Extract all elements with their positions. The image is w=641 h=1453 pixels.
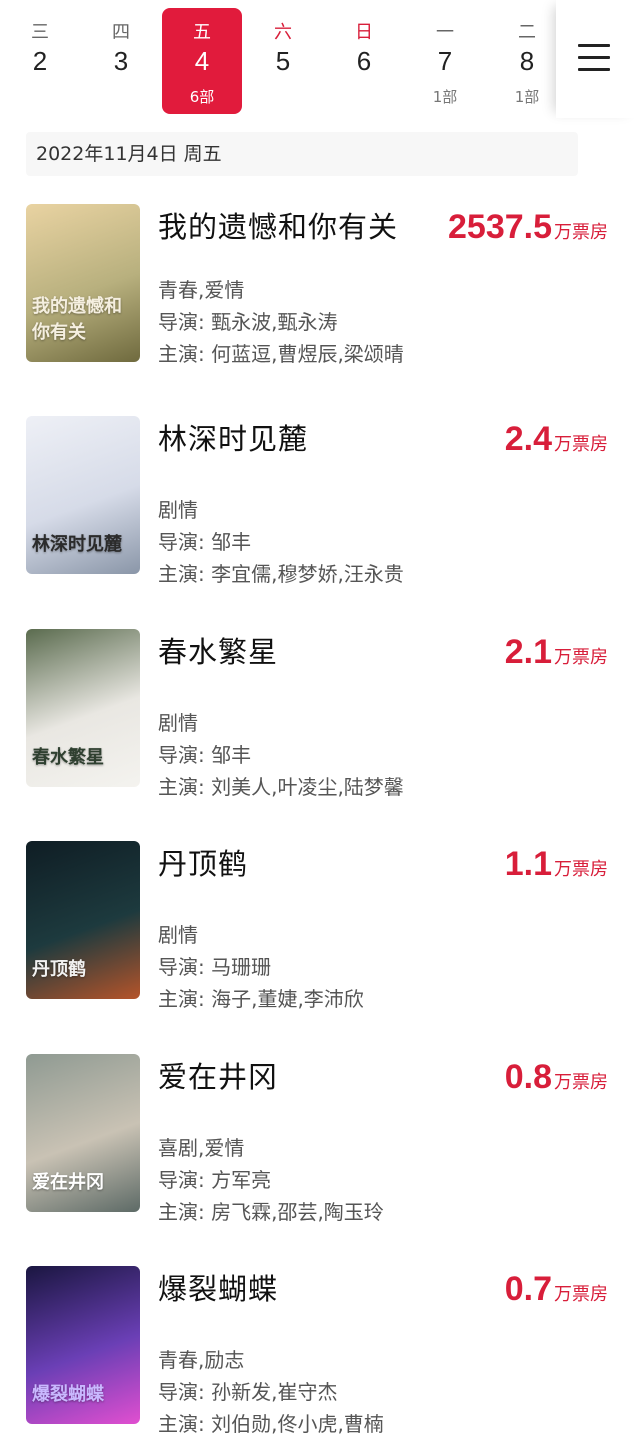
date-number: 6 (356, 46, 372, 76)
box-office: 2.1 万票房 (505, 633, 608, 672)
movie-poster[interactable]: 爆裂蝴蝶 (26, 1266, 140, 1424)
menu-panel (556, 0, 641, 118)
movie-poster[interactable]: 林深时见麓 (26, 416, 140, 574)
poster-title-art: 春水繁星 (32, 747, 104, 768)
movie-title[interactable]: 丹顶鹤 (158, 841, 248, 883)
box-office-unit: 万票房 (554, 1284, 608, 1305)
movie-cast: 主演: 海子,董婕,李沛欣 (158, 987, 364, 1011)
movie-cast: 主演: 李宜儒,穆梦娇,汪永贵 (158, 562, 404, 586)
box-office: 2.4 万票房 (505, 420, 608, 459)
date-tab-5[interactable]: 六5 (243, 8, 323, 114)
movie-director: 导演: 甄永波,甄永涛 (158, 310, 338, 334)
box-office-unit: 万票房 (554, 1072, 608, 1093)
movie-item[interactable]: 丹顶鹤 丹顶鹤 1.1 万票房 剧情 导演: 马珊珊 主演: 海子,董婕,李沛欣 (0, 837, 641, 1011)
movie-title[interactable]: 爱在井冈 (158, 1054, 278, 1096)
box-office: 1.1 万票房 (505, 845, 608, 884)
box-office-unit: 万票房 (554, 859, 608, 880)
box-office: 0.8 万票房 (505, 1058, 608, 1097)
movie-director: 导演: 方军亮 (158, 1168, 272, 1192)
date-tab-2[interactable]: 三2 (0, 8, 80, 114)
movie-cast: 主演: 何蓝逗,曹煜辰,梁颂晴 (158, 342, 404, 366)
movie-item[interactable]: 爱在井冈 爱在井冈 0.8 万票房 喜剧,爱情 导演: 方军亮 主演: 房飞霖,邵芸,陶玉玲 (0, 1050, 641, 1224)
poster-title-art: 林深时见麓 (32, 534, 122, 555)
movie-cast: 主演: 房飞霖,邵芸,陶玉玲 (158, 1200, 384, 1224)
movie-poster[interactable]: 春水繁星 (26, 629, 140, 787)
movie-title[interactable]: 爆裂蝴蝶 (158, 1266, 278, 1308)
release-count: 1部 (514, 88, 540, 106)
date-number: 5 (275, 46, 291, 76)
box-office-value: 1.1 (504, 845, 552, 883)
box-office-value: 0.7 (504, 1270, 552, 1308)
date-tab-6[interactable]: 日6 (324, 8, 404, 114)
movie-poster[interactable]: 爱在井冈 (26, 1054, 140, 1212)
poster-title-art: 爱在井冈 (32, 1172, 104, 1193)
date-tab-8[interactable]: 二 8 1部 (487, 8, 567, 114)
movie-title[interactable]: 春水繁星 (158, 629, 278, 671)
box-office-value: 2537.5 (448, 208, 552, 246)
box-office-value: 0.8 (504, 1058, 552, 1096)
weekday-label: 六 (274, 22, 292, 43)
movie-title[interactable]: 我的遗憾和你有关 (158, 204, 398, 246)
movie-item[interactable]: 春水繁星 春水繁星 2.1 万票房 剧情 导演: 邹丰 主演: 刘美人,叶凌尘,陆梦馨 (0, 625, 641, 799)
weekday-label: 日 (355, 22, 373, 43)
box-office-value: 2.4 (504, 420, 552, 458)
date-number: 4 (194, 46, 210, 76)
date-number: 7 (437, 46, 453, 76)
weekday-label: 一 (436, 22, 454, 43)
date-number: 2 (32, 46, 48, 76)
weekday-label: 二 (518, 22, 536, 43)
date-tab-3[interactable]: 四3 (81, 8, 161, 114)
box-office: 0.7 万票房 (505, 1270, 608, 1309)
box-office: 2537.5 万票房 (448, 208, 608, 247)
movie-poster[interactable]: 我的遗憾和你有关 (26, 204, 140, 362)
movie-genre: 青春,励志 (158, 1348, 245, 1372)
date-number: 8 (519, 46, 535, 76)
menu-icon[interactable] (578, 42, 610, 74)
box-office-unit: 万票房 (554, 647, 608, 668)
poster-title-art: 丹顶鹤 (32, 959, 86, 980)
weekday-label: 五 (193, 22, 211, 43)
box-office-unit: 万票房 (554, 222, 608, 243)
movie-genre: 喜剧,爱情 (158, 1136, 245, 1160)
movie-cast: 主演: 刘伯勋,佟小虎,曹楠 (158, 1412, 384, 1436)
poster-title-art: 爆裂蝴蝶 (32, 1384, 104, 1405)
selected-date-header: 2022年11月4日 周五 (26, 132, 578, 176)
poster-title-art: 我的遗憾和你有关 (32, 296, 122, 343)
movie-genre: 剧情 (158, 923, 198, 947)
movie-item[interactable]: 林深时见麓 林深时见麓 2.4 万票房 剧情 导演: 邹丰 主演: 李宜儒,穆梦娇,汪永贵 (0, 412, 641, 586)
release-count: 6部 (189, 88, 215, 106)
date-tab-4[interactable]: 五 4 6部 (162, 8, 242, 114)
movie-director: 导演: 邹丰 (158, 530, 252, 554)
release-count: 1部 (432, 88, 458, 106)
movie-genre: 剧情 (158, 711, 198, 735)
movie-genre: 青春,爱情 (158, 278, 245, 302)
movie-item[interactable]: 爆裂蝴蝶 爆裂蝴蝶 0.7 万票房 青春,励志 导演: 孙新发,崔守杰 主演: 刘伯勋,佟小… (0, 1262, 641, 1436)
weekday-label: 三 (31, 22, 49, 43)
date-number: 3 (113, 46, 129, 76)
date-tab-7[interactable]: 一 7 1部 (405, 8, 485, 114)
movie-director: 导演: 马珊珊 (158, 955, 272, 979)
movie-cast: 主演: 刘美人,叶凌尘,陆梦馨 (158, 775, 404, 799)
box-office-value: 2.1 (504, 633, 552, 671)
movie-poster[interactable]: 丹顶鹤 (26, 841, 140, 999)
box-office-unit: 万票房 (554, 434, 608, 455)
weekday-label: 四 (112, 22, 130, 43)
date-strip: 三 2 四 3 五 4 6部六 5 日 6 一 7 1部二 8 1部 (0, 0, 641, 120)
movie-item[interactable]: 我的遗憾和你有关 我的遗憾和你有关 2537.5 万票房 青春,爱情 导演: 甄永波,甄永… (0, 200, 641, 366)
movie-director: 导演: 邹丰 (158, 743, 252, 767)
movie-genre: 剧情 (158, 498, 198, 522)
movie-title[interactable]: 林深时见麓 (158, 416, 308, 458)
movie-director: 导演: 孙新发,崔守杰 (158, 1380, 338, 1404)
